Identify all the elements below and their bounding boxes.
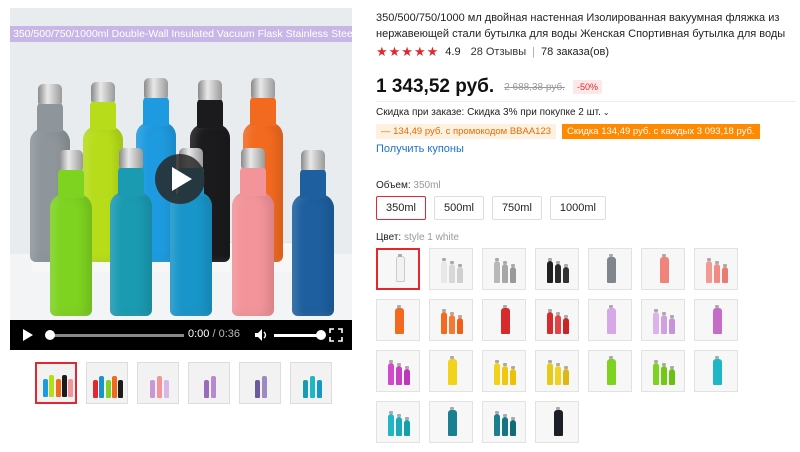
volume-label: Объем: 350ml	[376, 180, 441, 191]
color-swatch[interactable]	[429, 401, 473, 443]
bottle-image	[110, 148, 152, 316]
color-swatch[interactable]	[482, 299, 526, 341]
discount-badge: -50%	[572, 80, 602, 94]
thumbnail-strip	[35, 362, 332, 404]
color-swatch[interactable]	[694, 248, 738, 290]
color-swatch[interactable]	[482, 401, 526, 443]
rating-stars: ★★★★★	[376, 44, 440, 59]
progress-handle[interactable]	[45, 330, 55, 340]
product-thumbnail[interactable]	[137, 362, 179, 404]
volume-label-text: Объем:	[376, 180, 411, 191]
rating-row: ★★★★★ 4.9 28 Отзывы | 78 заказа(ов)	[376, 44, 609, 60]
color-swatch[interactable]	[641, 350, 685, 392]
volume-options: 350ml 500ml 750ml 1000ml	[376, 196, 606, 220]
color-swatch[interactable]	[588, 350, 632, 392]
progress-bar[interactable]	[45, 330, 184, 340]
get-coupons-link[interactable]: Получить купоны	[376, 143, 464, 155]
color-swatch[interactable]	[376, 248, 420, 290]
volume-selected-value: 350ml	[413, 180, 441, 191]
color-swatch[interactable]	[641, 248, 685, 290]
volume-option-button[interactable]: 750ml	[491, 196, 542, 220]
volume-option-button[interactable]: 350ml	[376, 196, 426, 220]
volume-option-button[interactable]: 1000ml	[549, 196, 606, 220]
current-price: 1 343,52 руб.	[376, 76, 495, 97]
volume-slider[interactable]	[274, 330, 326, 340]
product-thumbnail[interactable]	[290, 362, 332, 404]
total-time: / 0:36	[212, 328, 241, 340]
color-swatch[interactable]	[694, 350, 738, 392]
promo-row: — 134,49 руб. с промокодом BBAA123 Скидк…	[376, 124, 760, 139]
color-swatch[interactable]	[535, 401, 579, 443]
color-swatch[interactable]	[641, 299, 685, 341]
play-overlay-button[interactable]	[155, 154, 205, 204]
color-swatch[interactable]	[535, 350, 579, 392]
color-swatch[interactable]	[588, 248, 632, 290]
color-swatch[interactable]	[588, 299, 632, 341]
price-row: 1 343,52 руб. 2 688,38 руб. -50%	[376, 76, 602, 98]
rating-value: 4.9	[445, 46, 461, 58]
divider: |	[532, 46, 536, 58]
time-display: 0:00 / 0:36	[188, 328, 240, 340]
video-controls: 0:00 / 0:36	[10, 320, 352, 350]
product-thumbnail[interactable]	[188, 362, 230, 404]
product-thumbnail[interactable]	[86, 362, 128, 404]
color-swatch[interactable]	[376, 350, 420, 392]
orders-count: 78 заказа(ов)	[541, 46, 609, 58]
product-thumbnail[interactable]	[239, 362, 281, 404]
fullscreen-icon[interactable]	[329, 328, 343, 342]
bottle-image	[232, 148, 274, 316]
reviews-link[interactable]: 28 Отзывы	[471, 46, 527, 58]
color-label-text: Цвет:	[376, 232, 402, 243]
product-banner-text: 350/500/750/1000ml Double-Wall Insulated…	[10, 26, 352, 42]
color-swatch[interactable]	[429, 299, 473, 341]
bulk-discount-dropdown[interactable]: Скидка при заказе: Скидка 3% при покупке…	[376, 107, 610, 118]
promo-code-tag[interactable]: — 134,49 руб. с промокодом BBAA123	[376, 124, 557, 139]
play-icon[interactable]	[23, 329, 33, 341]
volume-handle[interactable]	[316, 330, 326, 340]
play-icon	[172, 167, 192, 191]
bottle-image	[292, 150, 334, 316]
color-swatch[interactable]	[376, 401, 420, 443]
color-swatch[interactable]	[482, 248, 526, 290]
current-time: 0:00	[188, 328, 210, 340]
volume-option-button[interactable]: 500ml	[433, 196, 484, 220]
color-selected-value: style 1 white	[403, 232, 459, 243]
color-label: Цвет: style 1 white	[376, 232, 459, 243]
volume-icon[interactable]	[254, 328, 268, 342]
color-swatch[interactable]	[376, 299, 420, 341]
color-swatch[interactable]	[535, 299, 579, 341]
product-media-viewer[interactable]: 350/500/750/1000ml Double-Wall Insulated…	[10, 8, 352, 350]
color-swatch[interactable]	[482, 350, 526, 392]
original-price: 2 688,38 руб.	[504, 81, 565, 93]
product-title: 350/500/750/1000 мл двойная настенная Из…	[376, 12, 786, 40]
color-swatches	[376, 248, 796, 443]
color-swatch[interactable]	[694, 299, 738, 341]
bulk-discount-text: Скидка при заказе: Скидка 3% при покупке…	[376, 107, 601, 118]
divider	[376, 101, 796, 102]
product-thumbnail[interactable]	[35, 362, 77, 404]
color-swatch[interactable]	[429, 248, 473, 290]
color-swatch[interactable]	[429, 350, 473, 392]
chevron-down-icon: ⌄	[602, 108, 610, 117]
store-discount-tag[interactable]: Скидка 134,49 руб. с каждых 3 093,18 руб…	[562, 124, 760, 139]
color-swatch[interactable]	[535, 248, 579, 290]
bottle-image	[50, 150, 92, 316]
bottle-image	[170, 148, 212, 316]
